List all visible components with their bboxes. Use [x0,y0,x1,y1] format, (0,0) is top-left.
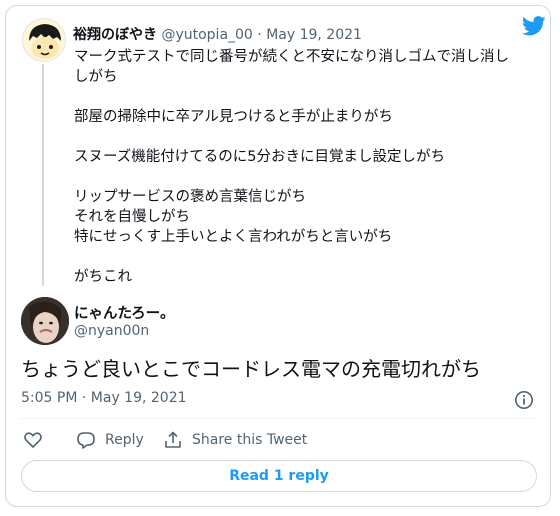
quoted-line: それを自慢しがち [74,209,190,225]
quoted-line: 部屋の掃除中に卒アル見つけると手が止まりがち [74,109,393,125]
main-avatar[interactable] [21,297,69,345]
quoted-tweet-text: マーク式テストで同じ番号が続くと不安になり消しゴムで消し消し しがち 部屋の掃除… [74,47,536,287]
main-handle[interactable]: @nyan00n [74,323,149,339]
divider [21,418,537,419]
share-icon [165,431,181,448]
header-separator: · [257,27,262,43]
twitter-bird-icon[interactable] [522,16,546,36]
quoted-date[interactable]: May 19, 2021 [266,27,362,43]
tweet-time[interactable]: 5:05 PM [21,390,77,406]
quoted-display-name[interactable]: 裕翔のぼやき [73,27,157,43]
tweet-date[interactable]: May 19, 2021 [91,390,187,406]
quoted-header: 裕翔のぼやき @yutopia_00 · May 19, 2021 [73,24,362,44]
quoted-line: リップサービスの褒め言葉信じがち [74,189,306,205]
like-button[interactable] [23,430,52,450]
quoted-line: 特にせっくす上手いとよく言われがちと言いがち [74,229,393,245]
quoted-line: マーク式テストで同じ番号が続くと不安になり消しゴムで消し消し [74,49,509,65]
timestamp-separator: · [81,390,87,406]
share-label: Share this Tweet [192,432,308,448]
read-replies-button[interactable]: Read 1 reply [21,460,537,492]
reply-icon [77,432,95,449]
share-button[interactable]: Share this Tweet [163,430,307,450]
quoted-handle[interactable]: @yutopia_00 [161,27,252,43]
reply-label: Reply [105,432,144,448]
quoted-line: スヌーズ機能付けてるのに5分おきに目覚まし設定しがち [74,149,445,165]
thread-connector-line [42,64,44,286]
tweet-timestamp[interactable]: 5:05 PM · May 19, 2021 [21,390,187,406]
quoted-line: しがち [74,69,118,85]
info-icon[interactable] [514,390,534,410]
main-tweet-text: ちょうど良いとこでコードレス電マの充電切れがち [21,357,481,381]
reply-button[interactable]: Reply [76,430,144,450]
main-display-name[interactable]: にゃんたろー。 [74,302,174,323]
quoted-line: がちこれ [74,269,132,285]
heart-icon [24,432,42,448]
quoted-avatar[interactable] [22,18,66,62]
